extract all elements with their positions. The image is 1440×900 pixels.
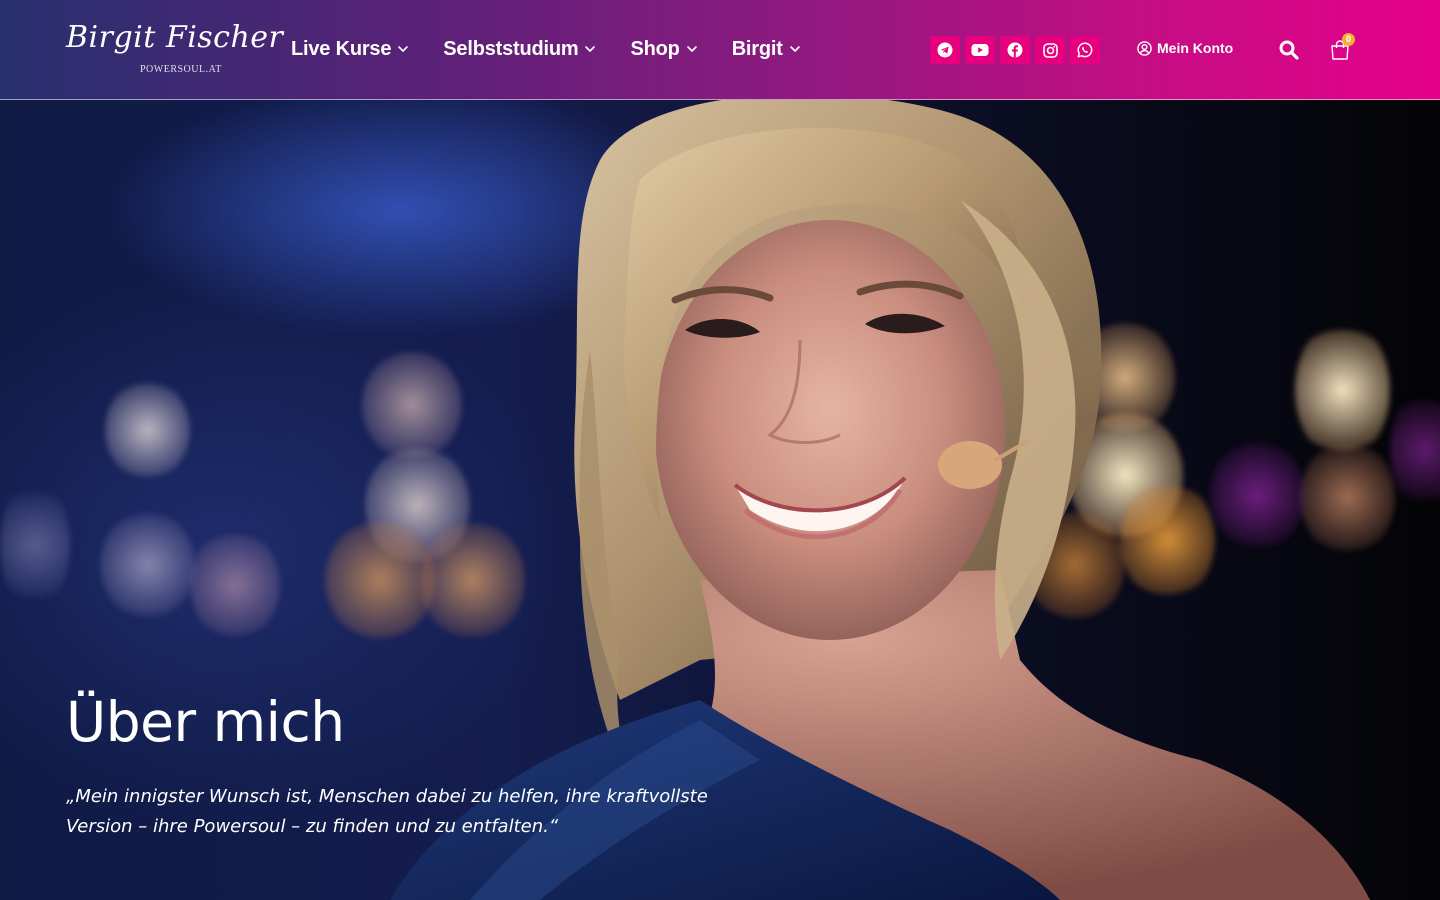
my-account-link[interactable]: Mein Konto [1137, 40, 1233, 56]
logo-script-text: Birgit Fischer [66, 20, 284, 55]
nav-item-label: Birgit [731, 37, 783, 60]
instagram-link[interactable] [1035, 36, 1065, 64]
chevron-down-icon [585, 46, 596, 52]
hero-quote: „Mein innigster Wunsch ist, Menschen dab… [66, 786, 708, 837]
main-navigation: Live Kurse Selbststudium Shop Birgit [291, 34, 835, 64]
search-icon [1279, 40, 1299, 60]
chevron-down-icon [789, 46, 800, 52]
nav-item-selbststudium[interactable]: Selbststudium [443, 34, 596, 64]
whatsapp-icon [1077, 42, 1093, 58]
chevron-down-icon [398, 46, 409, 52]
site-logo[interactable]: Birgit Fischer POWERSOUL.AT [64, 18, 283, 80]
chevron-down-icon [686, 46, 697, 52]
cart-button[interactable]: 0 [1328, 33, 1355, 64]
nav-item-label: Selbststudium [443, 37, 579, 60]
nav-item-label: Live Kurse [291, 37, 392, 60]
nav-item-birgit[interactable]: Birgit [732, 34, 801, 64]
cart-count-badge: 0 [1342, 33, 1355, 46]
nav-item-label: Shop [630, 37, 680, 60]
instagram-icon [1042, 42, 1058, 58]
site-header: Birgit Fischer POWERSOUL.AT Live Kurse S… [0, 0, 1440, 100]
nav-item-shop[interactable]: Shop [630, 34, 697, 64]
user-circle-icon [1137, 40, 1152, 56]
youtube-link[interactable] [965, 36, 995, 64]
page-title: Über mich [66, 690, 345, 754]
nav-item-live-kurse[interactable]: Live Kurse [291, 34, 409, 64]
logo-subtitle: POWERSOUL.AT [140, 64, 222, 75]
search-button[interactable] [1278, 39, 1300, 61]
facebook-icon [1007, 42, 1023, 58]
social-links [930, 36, 1100, 64]
my-account-label: Mein Konto [1157, 40, 1234, 56]
facebook-link[interactable] [1000, 36, 1030, 64]
telegram-link[interactable] [930, 36, 960, 64]
hero-section: Über mich „Mein innigster Wunsch ist, Me… [0, 100, 1440, 900]
hero-portrait-image [390, 100, 1370, 900]
youtube-icon [971, 44, 989, 56]
whatsapp-link[interactable] [1070, 36, 1100, 64]
telegram-icon [937, 42, 953, 58]
